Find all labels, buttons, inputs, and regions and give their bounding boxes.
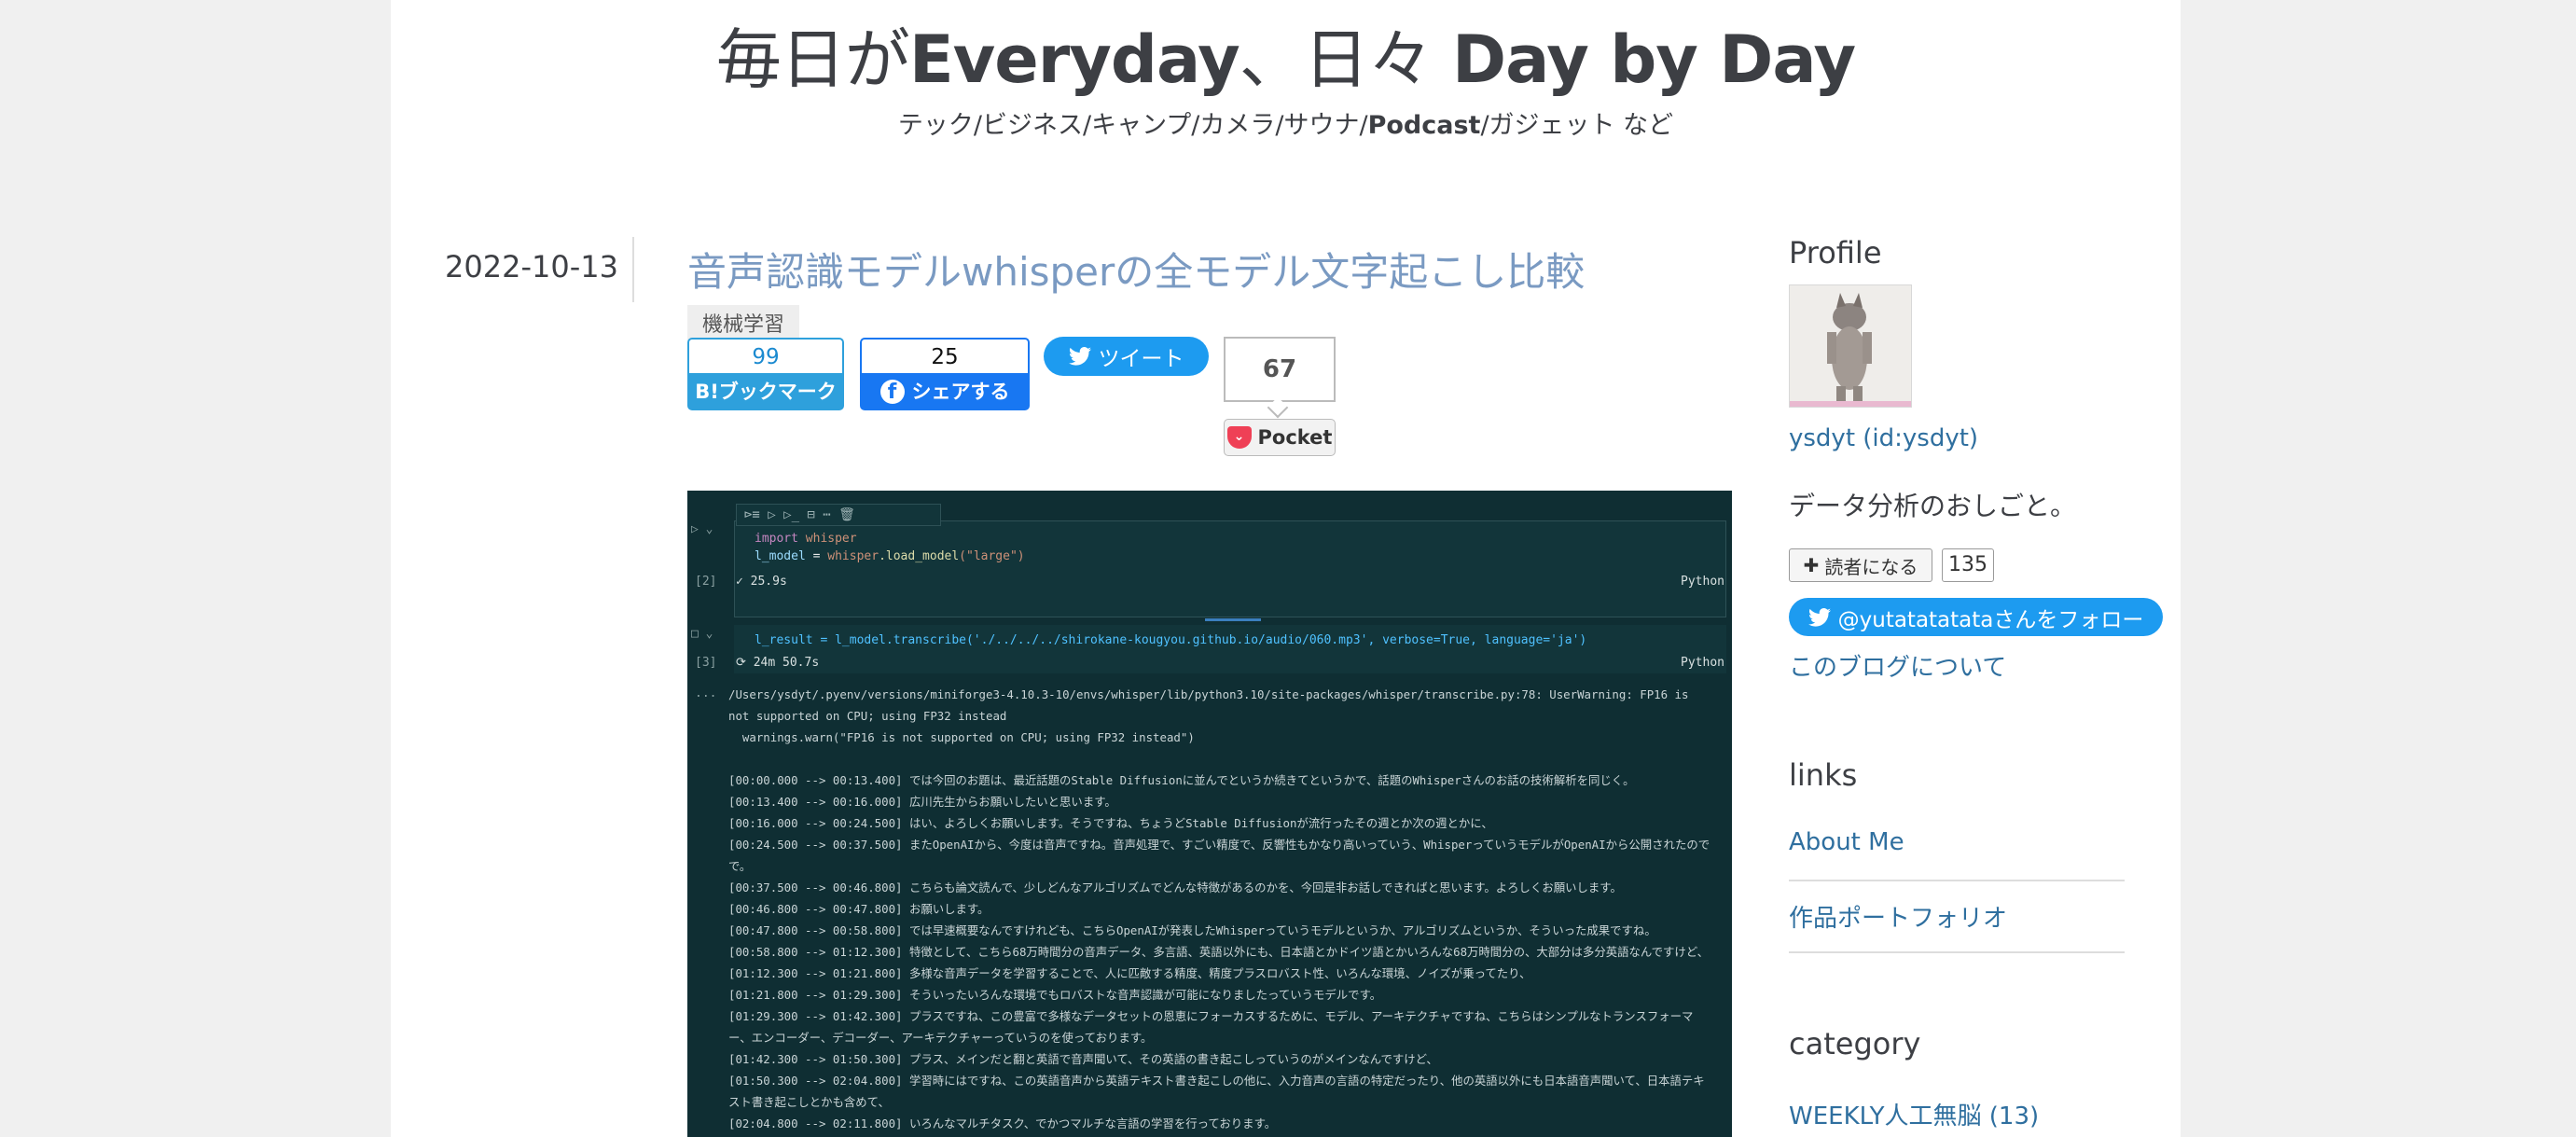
output-line: で。 — [728, 859, 752, 873]
plus-icon: ✚ — [1803, 554, 1820, 576]
site-title-part: Everyday — [908, 21, 1240, 98]
stop-icon: □ ⌄ — [691, 627, 713, 641]
code-cell-1 — [734, 520, 1726, 617]
output-line: [00:00.000 --> 00:13.400] では今回のお題は、最近話題の… — [728, 773, 1635, 787]
cell-2-runtime: ⟳ 24m 50.7s — [736, 656, 820, 670]
facebook-f-icon: f — [879, 380, 905, 404]
facebook-count: 25 — [860, 338, 1030, 373]
cell-2-language: Python — [1681, 656, 1724, 670]
output-line: [01:12.300 --> 01:21.800] 多様な音声データを学習するこ… — [728, 966, 1531, 980]
category-item[interactable]: WEEKLY人工無脳 (13) — [1789, 1097, 2039, 1131]
subscribe-button[interactable]: ✚ 読者になる — [1789, 548, 1932, 582]
category-heading: category — [1789, 1026, 1921, 1061]
cell-2-code: l_result = l_model.transcribe('./../../.… — [755, 633, 1587, 647]
code-token: l_model — [755, 549, 806, 563]
output-line: /Users/ysdyt/.pyenv/versions/miniforge3-… — [728, 687, 1689, 701]
avatar[interactable] — [1789, 284, 1912, 408]
output-line: [01:42.300 --> 01:50.300] プラス、メインだと翻と英語で… — [728, 1052, 1438, 1066]
cell-drag-handle[interactable] — [1205, 618, 1261, 621]
cell-1-runtime: ✓ 25.9s — [736, 575, 787, 589]
code-token: whisper — [827, 549, 879, 563]
site-title-part: 、日々 — [1239, 21, 1453, 98]
entry-date[interactable]: 2022-10-13 — [445, 249, 618, 284]
links-divider — [1789, 880, 2125, 881]
site-desc-part: /ガジェット など — [1480, 111, 1674, 140]
links-item-portfolio[interactable]: 作品ポートフォリオ — [1789, 899, 2007, 934]
cell-1-line-1: import whisper — [755, 532, 857, 546]
output-line: [01:29.300 --> 01:42.300] プラスですね、この豊富で多様… — [728, 1009, 1694, 1023]
site-title-part: 毎日が — [715, 21, 910, 98]
cat-avatar-image — [1790, 285, 1911, 407]
links-item-about-me[interactable]: About Me — [1789, 828, 1904, 856]
follow-label: @yutatatatataさんをフォロー — [1837, 607, 2144, 632]
code-token: whisper — [797, 532, 857, 546]
output-line: not supported on CPU; using FP32 instead — [728, 709, 1007, 723]
cell-1-line-2: l_model = whisper.load_model("large") — [755, 549, 1025, 563]
pocket-button[interactable]: 67 ⌄ Pocket — [1224, 337, 1336, 458]
run-icon: ▷ ⌄ — [691, 522, 713, 536]
notebook-screenshot: ⊳≡ ▷ ▷̲ ⊟ ⋯ 🗑 ▷ ⌄ [2] import whisper l_m… — [687, 491, 1732, 1137]
about-blog-link[interactable]: このブログについて — [1789, 648, 2006, 683]
tweet-button[interactable]: ツイート — [1044, 337, 1209, 376]
pocket-count: 67 — [1224, 337, 1336, 402]
twitter-follow-button[interactable]: @yutatatatataさんをフォロー — [1789, 598, 2163, 636]
output-line: [02:04.800 --> 02:11.800] いろんなマルチタスク、でかつ… — [728, 1116, 1277, 1130]
site-title-part: Day by Day — [1452, 21, 1856, 98]
date-divider — [632, 237, 634, 302]
site-title[interactable]: 毎日がEveryday、日々 Day by Day — [391, 7, 2181, 102]
cell-1-language: Python — [1681, 575, 1724, 589]
output-marker: ... — [695, 686, 717, 700]
output-line: [00:58.800 --> 01:12.300] 特徴として、こちら68万時間… — [728, 945, 1709, 959]
code-token: ("large") — [959, 549, 1025, 563]
category-tag[interactable]: 機械学習 — [687, 305, 800, 340]
output-line: ー、エンコーダー、デコーダー、アーキテクチャーっていうのを使っております。 — [728, 1031, 1153, 1045]
code-token: .load_model — [879, 549, 960, 563]
twitter-bird-icon — [1068, 347, 1091, 366]
subscriber-count: 135 — [1942, 548, 1994, 582]
output-line: [01:21.800 --> 01:29.300] そういったいろんな環境でもロ… — [728, 988, 1382, 1002]
output-line: [01:50.300 --> 02:04.800] 学習時にはですね、この英語音… — [728, 1074, 1705, 1088]
tweet-label: ツイート — [1098, 347, 1184, 371]
subscribe-label: 読者になる — [1824, 555, 1918, 578]
entry-title[interactable]: 音声認識モデルwhisperの全モデル文字起こし比較 — [687, 241, 1585, 298]
code-token: import — [755, 532, 798, 546]
output-line: [00:16.000 --> 00:24.500] はい、よろしくお願いします。… — [728, 816, 1493, 830]
profile-bio: データ分析のおしごと。 — [1789, 491, 2077, 521]
site-desc-part: Podcast — [1367, 111, 1481, 140]
site-description: テック/ビジネス/キャンプ/カメラ/サウナ/Podcast/ガジェット など — [391, 104, 2181, 141]
output-line: [00:46.800 --> 00:47.800] お願いします。 — [728, 902, 990, 916]
site-desc-part: テック/ビジネス/キャンプ/カメラ/サウナ/ — [897, 111, 1368, 140]
cell-output: /Users/ysdyt/.pyenv/versions/miniforge3-… — [728, 684, 1717, 1137]
cell-2-counter: [3] — [695, 656, 717, 670]
profile-user-link[interactable]: ysdyt (id:ysdyt) — [1789, 424, 1978, 452]
twitter-bird-icon — [1807, 607, 1831, 627]
links-heading: links — [1789, 757, 1858, 793]
facebook-share-button[interactable]: 25 f シェアする — [860, 338, 1030, 410]
output-line: スト書き起こしとかも含めて、 — [728, 1095, 890, 1109]
output-line: [00:24.500 --> 00:37.500] またOpenAIから、今度は… — [728, 838, 1710, 852]
facebook-share[interactable]: f シェアする — [860, 373, 1030, 410]
cell-toolbar: ⊳≡ ▷ ▷̲ ⊟ ⋯ 🗑 — [736, 504, 941, 526]
facebook-label: シェアする — [911, 381, 1010, 403]
pocket-save[interactable]: ⌄ Pocket — [1224, 419, 1336, 456]
code-token: = — [805, 549, 828, 563]
cell-1-counter: [2] — [695, 575, 717, 589]
output-line: warnings.warn("FP16 is not supported on … — [728, 730, 1195, 744]
page: 毎日がEveryday、日々 Day by Day テック/ビジネス/キャンプ/… — [391, 0, 2181, 1137]
pocket-icon: ⌄ — [1226, 426, 1252, 449]
output-line: [00:13.400 --> 00:16.000] 広川先生からお願いしたいと思… — [728, 795, 1116, 809]
hatena-bookmark-button[interactable]: 99 B!ブックマーク — [687, 338, 844, 410]
hatena-count[interactable]: 99 — [687, 338, 844, 373]
pocket-label: Pocket — [1257, 426, 1333, 449]
output-line: [00:37.500 --> 00:46.800] こちらも論文読んで、少しどん… — [728, 880, 1622, 894]
profile-heading: Profile — [1789, 235, 1882, 270]
links-divider — [1789, 951, 2125, 953]
output-line: [00:47.800 --> 00:58.800] では早速概要なんですけれども… — [728, 923, 1656, 937]
code-cell-2 — [734, 625, 1726, 673]
hatena-label[interactable]: B!ブックマーク — [687, 373, 844, 410]
